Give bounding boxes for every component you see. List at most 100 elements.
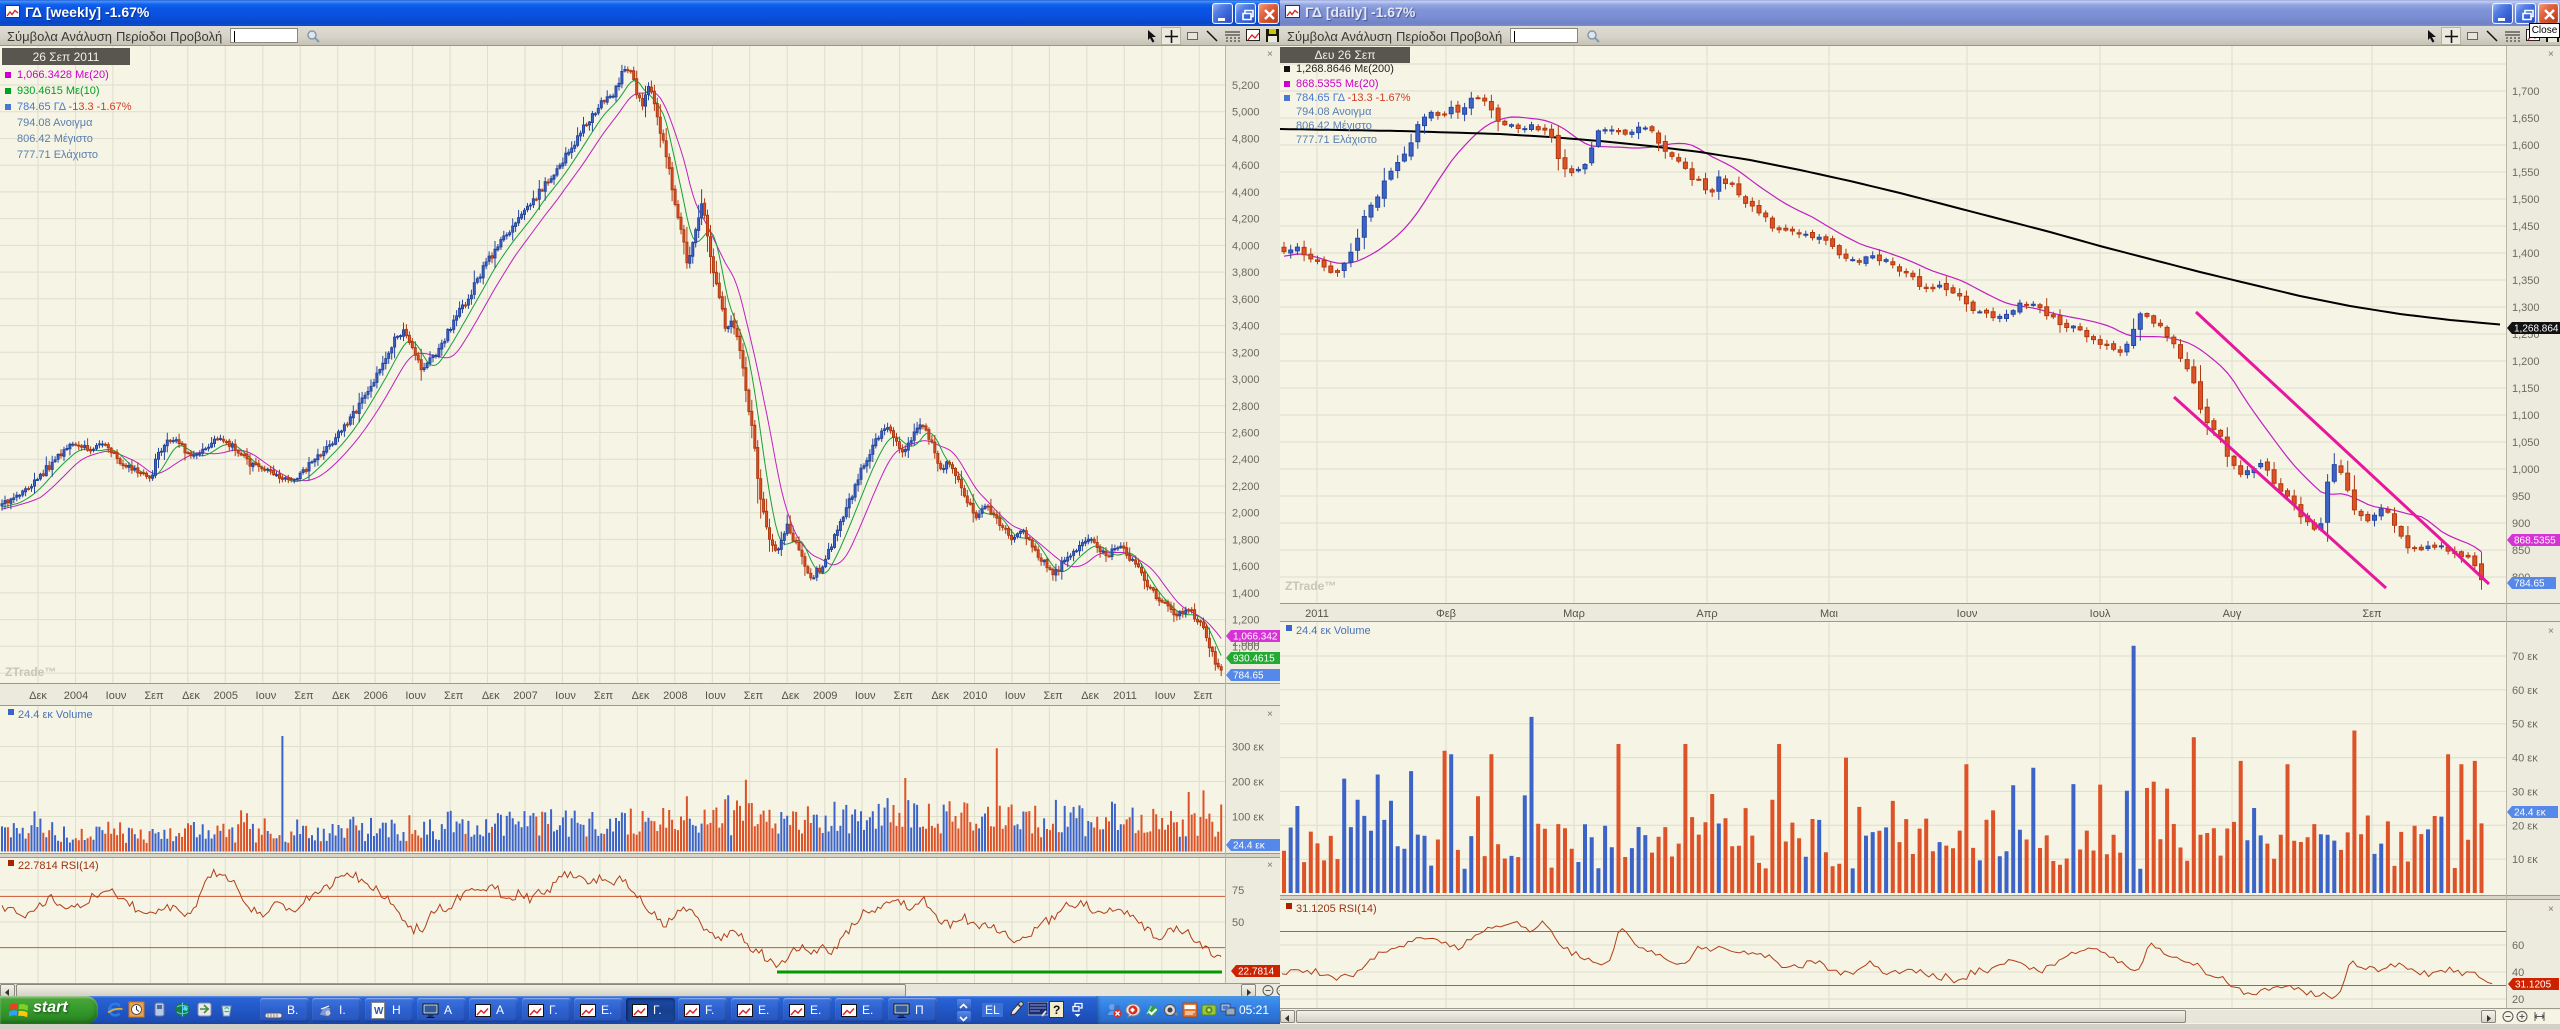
svg-text:Σεπ: Σεπ: [594, 690, 614, 702]
svg-text:50 εκ: 50 εκ: [2512, 719, 2538, 731]
svg-text:Σεπ: Σεπ: [894, 690, 914, 702]
svg-text:1,650: 1,650: [2512, 113, 2540, 125]
svg-text:2,000: 2,000: [1232, 508, 1260, 520]
svg-text:Δεκ: Δεκ: [482, 690, 500, 702]
svg-text:2011: 2011: [1305, 608, 1329, 620]
svg-text:Ιουν: Ιουν: [256, 690, 277, 702]
svg-text:ZTrade™: ZTrade™: [5, 665, 56, 679]
svg-text:3,600: 3,600: [1232, 294, 1260, 306]
svg-text:Ιουν: Ιουν: [405, 690, 426, 702]
svg-text:Αυγ: Αυγ: [2223, 608, 2242, 620]
svg-text:26 Σεπ 2011: 26 Σεπ 2011: [33, 50, 100, 64]
svg-text:1,000: 1,000: [2512, 464, 2540, 476]
svg-text:4,200: 4,200: [1232, 214, 1260, 226]
svg-text:5,200: 5,200: [1232, 80, 1260, 92]
svg-text:40 εκ: 40 εκ: [2512, 753, 2538, 765]
svg-text:40: 40: [2512, 967, 2524, 979]
svg-text:Ιουν: Ιουν: [106, 690, 127, 702]
svg-text:×: ×: [1267, 860, 1273, 871]
svg-text:1,550: 1,550: [2512, 167, 2540, 179]
svg-text:Δεκ: Δεκ: [332, 690, 350, 702]
svg-text:1,450: 1,450: [2512, 221, 2540, 233]
svg-text:24.4 εκ: 24.4 εκ: [2514, 808, 2547, 819]
svg-text:Ιουν: Ιουν: [705, 690, 726, 702]
svg-text:4,600: 4,600: [1232, 160, 1260, 172]
svg-text:784.65: 784.65: [1233, 671, 1264, 682]
svg-text:200 εκ: 200 εκ: [1232, 777, 1264, 789]
svg-text:1,400: 1,400: [1232, 588, 1260, 600]
svg-text:1,600: 1,600: [1232, 561, 1260, 573]
svg-text:60 εκ: 60 εκ: [2512, 685, 2538, 697]
svg-text:806.42 Μέγιστο: 806.42 Μέγιστο: [1296, 120, 1372, 132]
svg-text:Φεβ: Φεβ: [1436, 608, 1456, 620]
svg-text:24.4 εκ: 24.4 εκ: [1233, 841, 1266, 852]
svg-text:Μαρ: Μαρ: [1563, 608, 1585, 620]
svg-text:×: ×: [2548, 626, 2554, 637]
svg-text:2010: 2010: [963, 690, 987, 702]
svg-text:Δεκ: Δεκ: [182, 690, 200, 702]
svg-text:Ιουν: Ιουν: [555, 690, 576, 702]
svg-text:70 εκ: 70 εκ: [2512, 651, 2538, 663]
svg-text:Απρ: Απρ: [1696, 608, 1717, 620]
svg-text:850: 850: [2512, 545, 2530, 557]
svg-text:1,800: 1,800: [1232, 534, 1260, 546]
svg-text:Σεπ: Σεπ: [1193, 690, 1213, 702]
svg-text:2,800: 2,800: [1232, 401, 1260, 413]
svg-text:Δεκ: Δεκ: [931, 690, 949, 702]
svg-text:2007: 2007: [513, 690, 537, 702]
svg-text:×: ×: [2548, 49, 2554, 60]
svg-text:Δεκ: Δεκ: [632, 690, 650, 702]
svg-text:22.7814 RSI(14): 22.7814 RSI(14): [18, 860, 99, 872]
svg-text:2,400: 2,400: [1232, 454, 1260, 466]
svg-text:794.08 Ανοιγμα: 794.08 Ανοιγμα: [1296, 106, 1372, 118]
svg-text:31.1205 RSI(14): 31.1205 RSI(14): [1296, 903, 1377, 915]
svg-text:Ιουν: Ιουν: [1005, 690, 1026, 702]
svg-text:Ιουν: Ιουν: [1155, 690, 1176, 702]
svg-text:ZTrade™: ZTrade™: [1285, 579, 1336, 593]
svg-text:1,200: 1,200: [2512, 356, 2540, 368]
svg-text:Σεπ: Σεπ: [744, 690, 764, 702]
svg-text:1,500: 1,500: [2512, 194, 2540, 206]
svg-text:1,150: 1,150: [2512, 383, 2540, 395]
svg-text:×: ×: [2548, 904, 2554, 915]
svg-text:10 εκ: 10 εκ: [2512, 854, 2538, 866]
svg-text:930.4615: 930.4615: [1233, 654, 1275, 665]
svg-text:2004: 2004: [64, 690, 88, 702]
svg-text:1,066.342: 1,066.342: [1233, 632, 1278, 643]
svg-text:930.4615 Με(10): 930.4615 Με(10): [17, 85, 100, 97]
svg-text:806.42 Μέγιστο: 806.42 Μέγιστο: [17, 133, 93, 145]
svg-text:Ιουν: Ιουν: [1957, 608, 1978, 620]
svg-text:×: ×: [1267, 49, 1273, 60]
svg-text:868.5355 Με(20): 868.5355 Με(20): [1296, 78, 1379, 90]
svg-text:2,200: 2,200: [1232, 481, 1260, 493]
svg-text:30 εκ: 30 εκ: [2512, 786, 2538, 798]
svg-text:1,700: 1,700: [2512, 86, 2540, 98]
svg-text:2008: 2008: [663, 690, 687, 702]
svg-text:1,350: 1,350: [2512, 275, 2540, 287]
svg-text:Σεπ: Σεπ: [2362, 608, 2382, 620]
svg-text:2005: 2005: [214, 690, 238, 702]
svg-text:794.08 Ανοιγμα: 794.08 Ανοιγμα: [17, 117, 93, 129]
svg-text:24.4 εκ Volume: 24.4 εκ Volume: [1296, 625, 1371, 637]
svg-text:Δεκ: Δεκ: [1081, 690, 1099, 702]
svg-text:Δεκ: Δεκ: [782, 690, 800, 702]
svg-text:2,600: 2,600: [1232, 428, 1260, 440]
svg-text:Σεπ: Σεπ: [1043, 690, 1063, 702]
svg-text:3,400: 3,400: [1232, 321, 1260, 333]
svg-text:50: 50: [1232, 917, 1244, 929]
svg-text:3,000: 3,000: [1232, 374, 1260, 386]
svg-text:1,066.3428 Με(20): 1,066.3428 Με(20): [17, 69, 109, 81]
svg-text:1,268.8646 Με(200): 1,268.8646 Με(200): [1296, 63, 1394, 75]
svg-text:Ιουν: Ιουν: [855, 690, 876, 702]
svg-text:60: 60: [2512, 940, 2524, 952]
svg-text:1,100: 1,100: [2512, 410, 2540, 422]
svg-text:777.71 Ελάχιστο: 777.71 Ελάχιστο: [1296, 134, 1377, 146]
svg-text:Μαι: Μαι: [1820, 608, 1839, 620]
svg-text:Δεκ: Δεκ: [29, 690, 47, 702]
svg-text:1,200: 1,200: [1232, 615, 1260, 627]
svg-text:4,000: 4,000: [1232, 240, 1260, 252]
svg-text:3,200: 3,200: [1232, 347, 1260, 359]
svg-text:2006: 2006: [363, 690, 387, 702]
svg-text:784.65 ΓΔ -13.3 -1.67%: 784.65 ΓΔ -13.3 -1.67%: [17, 101, 132, 113]
svg-text:×: ×: [1267, 709, 1273, 720]
